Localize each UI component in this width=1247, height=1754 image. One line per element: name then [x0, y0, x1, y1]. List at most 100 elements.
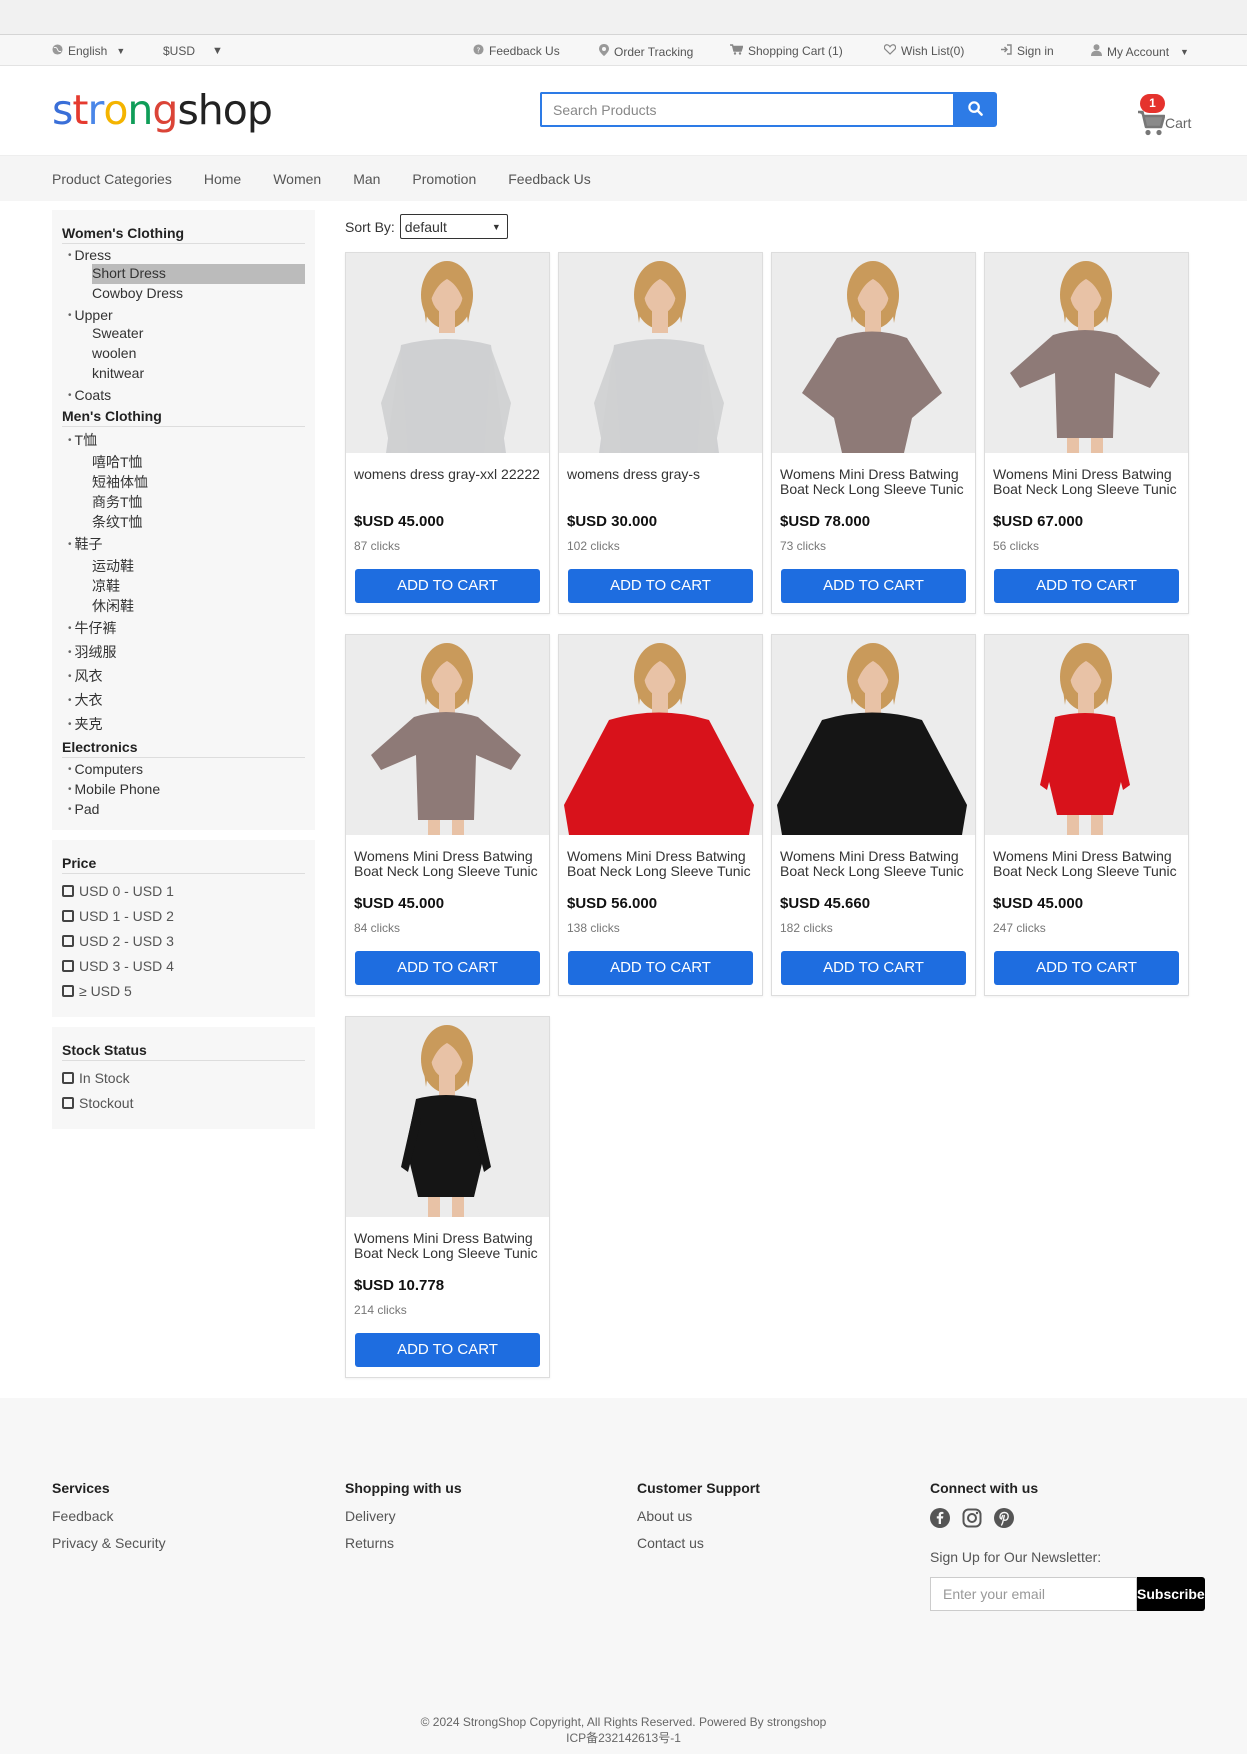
- checkbox[interactable]: [62, 909, 74, 922]
- product-image[interactable]: [559, 635, 762, 835]
- nav-product-categories[interactable]: Product Categories: [52, 171, 172, 187]
- category-item[interactable]: • Coats: [62, 384, 305, 404]
- order-tracking-link[interactable]: Order Tracking: [599, 44, 693, 59]
- product-card[interactable]: Womens Mini Dress Batwing Boat Neck Long…: [771, 252, 976, 614]
- category-item[interactable]: • Dress: [62, 244, 305, 264]
- product-title[interactable]: Womens Mini Dress Batwing Boat Neck Long…: [780, 467, 967, 497]
- category-item[interactable]: • 羽绒服: [62, 639, 305, 663]
- price-filter-option[interactable]: USD 2 - USD 3: [62, 932, 305, 949]
- stock-filter-option[interactable]: In Stock: [62, 1069, 305, 1086]
- currency-selector[interactable]: $USD ▼: [163, 44, 223, 58]
- product-card[interactable]: womens dress gray-s $USD 30.000 102 clic…: [558, 252, 763, 614]
- product-title[interactable]: Womens Mini Dress Batwing Boat Neck Long…: [993, 849, 1180, 879]
- subcategory-item-active[interactable]: Short Dress: [92, 264, 305, 284]
- footer-link-about[interactable]: About us: [637, 1508, 760, 1524]
- footer-link-feedback[interactable]: Feedback: [52, 1508, 166, 1524]
- price-filter-option[interactable]: USD 0 - USD 1: [62, 882, 305, 899]
- category-item[interactable]: • Upper: [62, 304, 305, 324]
- add-to-cart-button[interactable]: ADD TO CART: [781, 951, 966, 985]
- price-filter-option[interactable]: USD 3 - USD 4: [62, 957, 305, 974]
- checkbox[interactable]: [62, 959, 74, 972]
- product-image[interactable]: [346, 1017, 549, 1217]
- subcategory-item[interactable]: 短袖体恤: [62, 471, 305, 491]
- product-card[interactable]: Womens Mini Dress Batwing Boat Neck Long…: [771, 634, 976, 996]
- signin-link[interactable]: Sign in: [1000, 44, 1054, 58]
- facebook-icon[interactable]: [930, 1508, 950, 1531]
- product-title[interactable]: womens dress gray-xxl 22222: [354, 467, 541, 497]
- feedback-link[interactable]: ? Feedback Us: [473, 44, 560, 58]
- add-to-cart-button[interactable]: ADD TO CART: [568, 569, 753, 603]
- shopping-cart-link[interactable]: Shopping Cart (1): [730, 44, 843, 58]
- checkbox[interactable]: [62, 984, 74, 997]
- search-button[interactable]: [953, 92, 997, 127]
- checkbox[interactable]: [62, 1096, 74, 1109]
- subcategory-item[interactable]: knitwear: [62, 364, 305, 384]
- add-to-cart-button[interactable]: ADD TO CART: [355, 1333, 540, 1367]
- footer-link-contact[interactable]: Contact us: [637, 1535, 760, 1551]
- category-item[interactable]: • 鞋子: [62, 531, 305, 555]
- product-card[interactable]: Womens Mini Dress Batwing Boat Neck Long…: [984, 252, 1189, 614]
- product-title[interactable]: Womens Mini Dress Batwing Boat Neck Long…: [354, 1231, 541, 1261]
- subcategory-item[interactable]: 运动鞋: [62, 555, 305, 575]
- subcategory-item[interactable]: 嘻哈T恤: [62, 451, 305, 471]
- category-title[interactable]: Electronics: [62, 739, 305, 758]
- price-filter-option[interactable]: ≥ USD 5: [62, 982, 305, 999]
- nav-home[interactable]: Home: [204, 171, 241, 187]
- category-title[interactable]: Men's Clothing: [62, 408, 305, 427]
- subcategory-item[interactable]: 休闲鞋: [62, 595, 305, 615]
- subcategory-item[interactable]: Sweater: [62, 324, 305, 344]
- add-to-cart-button[interactable]: ADD TO CART: [994, 951, 1179, 985]
- add-to-cart-button[interactable]: ADD TO CART: [781, 569, 966, 603]
- product-title[interactable]: Womens Mini Dress Batwing Boat Neck Long…: [780, 849, 967, 879]
- product-image[interactable]: [772, 253, 975, 453]
- nav-promotion[interactable]: Promotion: [412, 171, 476, 187]
- subcategory-item[interactable]: 商务T恤: [62, 491, 305, 511]
- product-title[interactable]: Womens Mini Dress Batwing Boat Neck Long…: [993, 467, 1180, 497]
- footer-link-returns[interactable]: Returns: [345, 1535, 462, 1551]
- subscribe-button[interactable]: Subscribe: [1137, 1577, 1205, 1611]
- nav-feedback[interactable]: Feedback Us: [508, 171, 590, 187]
- product-card[interactable]: womens dress gray-xxl 22222 $USD 45.000 …: [345, 252, 550, 614]
- footer-link-delivery[interactable]: Delivery: [345, 1508, 462, 1524]
- nav-women[interactable]: Women: [273, 171, 321, 187]
- my-account-menu[interactable]: My Account ▼: [1091, 44, 1189, 59]
- subcategory-item[interactable]: 条纹T恤: [62, 511, 305, 531]
- checkbox[interactable]: [62, 1071, 74, 1084]
- category-item[interactable]: • Computers: [62, 758, 305, 778]
- language-selector[interactable]: English ▼: [52, 44, 125, 58]
- pinterest-icon[interactable]: [994, 1508, 1014, 1531]
- product-image[interactable]: [346, 635, 549, 835]
- instagram-icon[interactable]: [962, 1508, 982, 1531]
- stock-filter-option[interactable]: Stockout: [62, 1094, 305, 1111]
- sort-select[interactable]: default ▼: [399, 214, 508, 239]
- add-to-cart-button[interactable]: ADD TO CART: [355, 951, 540, 985]
- category-item[interactable]: • 大衣: [62, 687, 305, 711]
- product-image[interactable]: [346, 253, 549, 453]
- subcategory-item[interactable]: Cowboy Dress: [62, 284, 305, 304]
- add-to-cart-button[interactable]: ADD TO CART: [568, 951, 753, 985]
- product-title[interactable]: womens dress gray-s: [567, 467, 754, 497]
- product-title[interactable]: Womens Mini Dress Batwing Boat Neck Long…: [354, 849, 541, 879]
- category-item[interactable]: • Mobile Phone: [62, 778, 305, 798]
- category-title[interactable]: Women's Clothing: [62, 225, 305, 244]
- product-image[interactable]: [772, 635, 975, 835]
- subcategory-item[interactable]: 凉鞋: [62, 575, 305, 595]
- product-image[interactable]: [559, 253, 762, 453]
- category-item[interactable]: • Pad: [62, 798, 305, 818]
- category-item[interactable]: • 夹克: [62, 711, 305, 735]
- product-card[interactable]: Womens Mini Dress Batwing Boat Neck Long…: [984, 634, 1189, 996]
- category-item[interactable]: • 风衣: [62, 663, 305, 687]
- newsletter-email-input[interactable]: [930, 1577, 1137, 1611]
- header-cart[interactable]: 1 Cart: [1137, 94, 1197, 136]
- logo[interactable]: strongshop: [52, 86, 273, 134]
- category-item[interactable]: • T恤: [62, 427, 305, 451]
- product-image[interactable]: [985, 253, 1188, 453]
- nav-man[interactable]: Man: [353, 171, 380, 187]
- product-card[interactable]: Womens Mini Dress Batwing Boat Neck Long…: [345, 634, 550, 996]
- subcategory-item[interactable]: woolen: [62, 344, 305, 364]
- product-title[interactable]: Womens Mini Dress Batwing Boat Neck Long…: [567, 849, 754, 879]
- product-card[interactable]: Womens Mini Dress Batwing Boat Neck Long…: [558, 634, 763, 996]
- checkbox[interactable]: [62, 934, 74, 947]
- product-card[interactable]: Womens Mini Dress Batwing Boat Neck Long…: [345, 1016, 550, 1378]
- checkbox[interactable]: [62, 884, 74, 897]
